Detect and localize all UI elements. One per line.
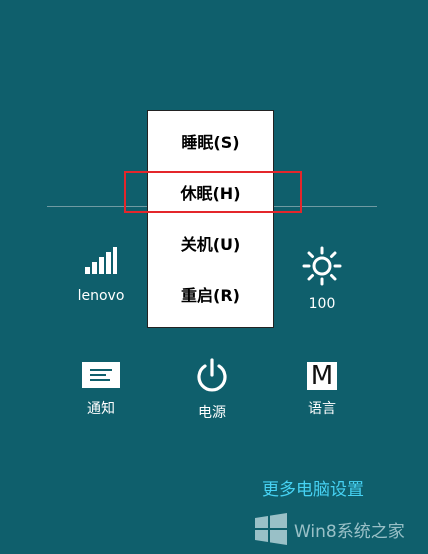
notifications-icon <box>82 362 120 388</box>
menu-item-shutdown[interactable]: 关机(U) <box>148 230 273 260</box>
brightness-icon <box>302 246 342 286</box>
power-menu: 睡眠(S) 休眠(H) 关机(U) 重启(R) <box>147 110 274 328</box>
network-label: lenovo <box>77 288 125 304</box>
language-tile[interactable]: M 语言 <box>292 362 352 418</box>
power-icon <box>197 358 227 392</box>
language-label: 语言 <box>308 401 336 417</box>
notifications-tile[interactable]: 通知 <box>70 362 132 418</box>
menu-item-sleep[interactable]: 睡眠(S) <box>148 128 273 158</box>
more-pc-settings-link[interactable]: 更多电脑设置 <box>262 475 364 500</box>
notifications-label: 通知 <box>87 401 115 417</box>
brightness-tile[interactable]: 100 <box>292 246 352 312</box>
menu-item-hibernate[interactable]: 休眠(H) <box>148 179 273 209</box>
watermark: Win8系统之家 <box>254 512 405 546</box>
brightness-label: 100 <box>308 296 336 312</box>
power-label: 电源 <box>198 405 226 421</box>
menu-item-restart[interactable]: 重启(R) <box>148 281 273 311</box>
watermark-text: Win8系统之家 <box>294 521 405 542</box>
network-tile[interactable]: lenovo <box>70 246 132 304</box>
power-tile[interactable]: 电源 <box>182 358 242 422</box>
language-icon: M <box>307 362 337 390</box>
signal-icon <box>85 246 117 274</box>
windows-logo-icon <box>255 513 287 545</box>
